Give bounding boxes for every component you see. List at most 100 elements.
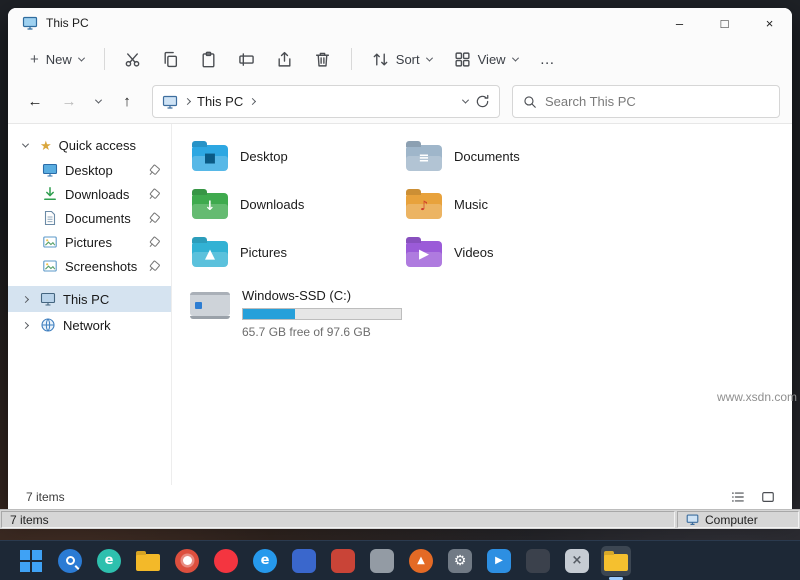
sidebar-spacer: [8, 278, 171, 286]
taskbar-edge-button[interactable]: e: [94, 546, 124, 576]
file-explorer-icon: [604, 554, 628, 571]
internet-explorer-icon: e: [253, 549, 277, 573]
sidebar-item-quick-access[interactable]: ★ Quick access: [8, 132, 171, 158]
taskbar: e e ▲ ⚙ ▶ ×: [0, 540, 800, 580]
folder-tile-videos[interactable]: ▶ Videos: [400, 228, 614, 276]
delete-icon: [314, 51, 331, 68]
view-button[interactable]: View: [444, 44, 528, 75]
document-lines-glyph: ≡: [406, 145, 442, 171]
status-bar: 7 items: [8, 485, 792, 509]
app-icon: [292, 549, 316, 573]
sidebar-item-label: Screenshots: [65, 259, 137, 274]
refresh-icon[interactable]: [475, 94, 490, 109]
folder-tile-downloads[interactable]: ↓ Downloads: [186, 180, 400, 228]
search-input[interactable]: [545, 94, 769, 109]
picture-icon: [42, 258, 58, 274]
classic-location-pane: Computer: [677, 511, 799, 528]
breadcrumb-this-pc[interactable]: This PC: [197, 94, 243, 109]
folder-icon: ♪: [406, 193, 442, 219]
view-toggles: [728, 488, 778, 506]
folder-icon: [136, 554, 160, 571]
delete-button[interactable]: [305, 42, 341, 76]
taskbar-media-player-button[interactable]: ▶: [484, 546, 514, 576]
drive-usage-fill: [243, 309, 295, 319]
start-button[interactable]: [16, 546, 46, 576]
expand-chevron-icon[interactable]: [21, 321, 28, 328]
sidebar-item-documents[interactable]: Documents: [8, 206, 171, 230]
up-button[interactable]: ↑: [112, 87, 142, 117]
plus-icon: +: [30, 52, 39, 67]
taskbar-vlc-button[interactable]: ▲: [406, 546, 436, 576]
view-grid-icon: [454, 51, 471, 68]
vlc-icon: ▲: [409, 549, 433, 573]
expand-chevron-icon[interactable]: [21, 295, 28, 302]
paste-button[interactable]: [191, 42, 227, 76]
copy-button[interactable]: [153, 42, 189, 76]
share-button[interactable]: [267, 42, 303, 76]
taskbar-app-light-button[interactable]: ×: [562, 546, 592, 576]
sidebar-item-screenshots[interactable]: Screenshots: [8, 254, 171, 278]
taskbar-app-red-button[interactable]: [328, 546, 358, 576]
sidebar-item-label: Desktop: [65, 163, 113, 178]
classic-item-count: 7 items: [10, 513, 49, 527]
rename-button[interactable]: [229, 42, 265, 76]
sort-button[interactable]: Sort: [362, 44, 442, 75]
breadcrumb-chevron-icon: [184, 98, 191, 105]
details-view-button[interactable]: [728, 488, 748, 506]
folder-icon: ≡: [406, 145, 442, 171]
quick-access-star-icon: ★: [40, 139, 52, 152]
this-pc-icon: [162, 94, 178, 110]
sidebar-item-network[interactable]: Network: [8, 312, 171, 338]
picture-glyph: ▲: [192, 241, 228, 267]
view-button-label: View: [478, 52, 506, 67]
sidebar-item-desktop[interactable]: Desktop: [8, 158, 171, 182]
taskbar-ie-button[interactable]: e: [250, 546, 280, 576]
taskbar-file-explorer-button[interactable]: [601, 546, 631, 576]
folder-tile-music[interactable]: ♪ Music: [400, 180, 614, 228]
sidebar-item-pictures[interactable]: Pictures: [8, 230, 171, 254]
taskbar-folder-button[interactable]: [133, 546, 163, 576]
gear-icon: ⚙: [448, 549, 472, 573]
cut-button[interactable]: [115, 42, 151, 76]
folder-name: Music: [454, 197, 488, 212]
drive-tile-windows-ssd[interactable]: Windows-SSD (C:) 65.7 GB free of 97.6 GB: [186, 288, 792, 339]
folder-name: Desktop: [240, 149, 288, 164]
chrome-icon: [175, 549, 199, 573]
folder-tile-desktop[interactable]: ■ Desktop: [186, 132, 400, 180]
taskbar-app-blue-button[interactable]: [289, 546, 319, 576]
document-icon: [42, 210, 58, 226]
taskbar-chrome-button[interactable]: [172, 546, 202, 576]
folder-tile-documents[interactable]: ≡ Documents: [400, 132, 614, 180]
sidebar-item-this-pc[interactable]: This PC: [8, 286, 171, 312]
this-pc-window-icon: [22, 15, 38, 31]
taskbar-opera-button[interactable]: [211, 546, 241, 576]
minimize-button[interactable]: –: [657, 8, 702, 38]
back-button[interactable]: ←: [20, 87, 50, 117]
drive-free-space-text: 65.7 GB free of 97.6 GB: [242, 325, 402, 339]
sort-button-label: Sort: [396, 52, 420, 67]
folder-tile-pictures[interactable]: ▲ Pictures: [186, 228, 400, 276]
pin-icon: [146, 258, 161, 273]
new-button[interactable]: + New: [20, 45, 94, 74]
classic-items-pane: 7 items: [1, 511, 675, 528]
recent-locations-button[interactable]: [88, 87, 108, 117]
close-button[interactable]: ×: [747, 8, 792, 38]
search-icon: [523, 95, 537, 109]
address-dropdown-icon[interactable]: [462, 97, 469, 104]
pin-icon: [146, 210, 161, 225]
command-toolbar: + New Sort View: [8, 38, 792, 80]
classic-location-label: Computer: [705, 513, 758, 527]
taskbar-app-dark-button[interactable]: [523, 546, 553, 576]
address-bar[interactable]: This PC: [152, 85, 500, 118]
more-options-button[interactable]: …: [530, 42, 566, 76]
forward-button[interactable]: →: [54, 87, 84, 117]
expand-chevron-icon[interactable]: [21, 140, 28, 147]
folder-icon: ▲: [192, 241, 228, 267]
taskbar-search-button[interactable]: [55, 546, 85, 576]
folder-name: Videos: [454, 245, 494, 260]
taskbar-app-gray-button[interactable]: [367, 546, 397, 576]
maximize-button[interactable]: □: [702, 8, 747, 38]
large-icons-view-button[interactable]: [758, 488, 778, 506]
taskbar-settings-button[interactable]: ⚙: [445, 546, 475, 576]
sidebar-item-downloads[interactable]: Downloads: [8, 182, 171, 206]
